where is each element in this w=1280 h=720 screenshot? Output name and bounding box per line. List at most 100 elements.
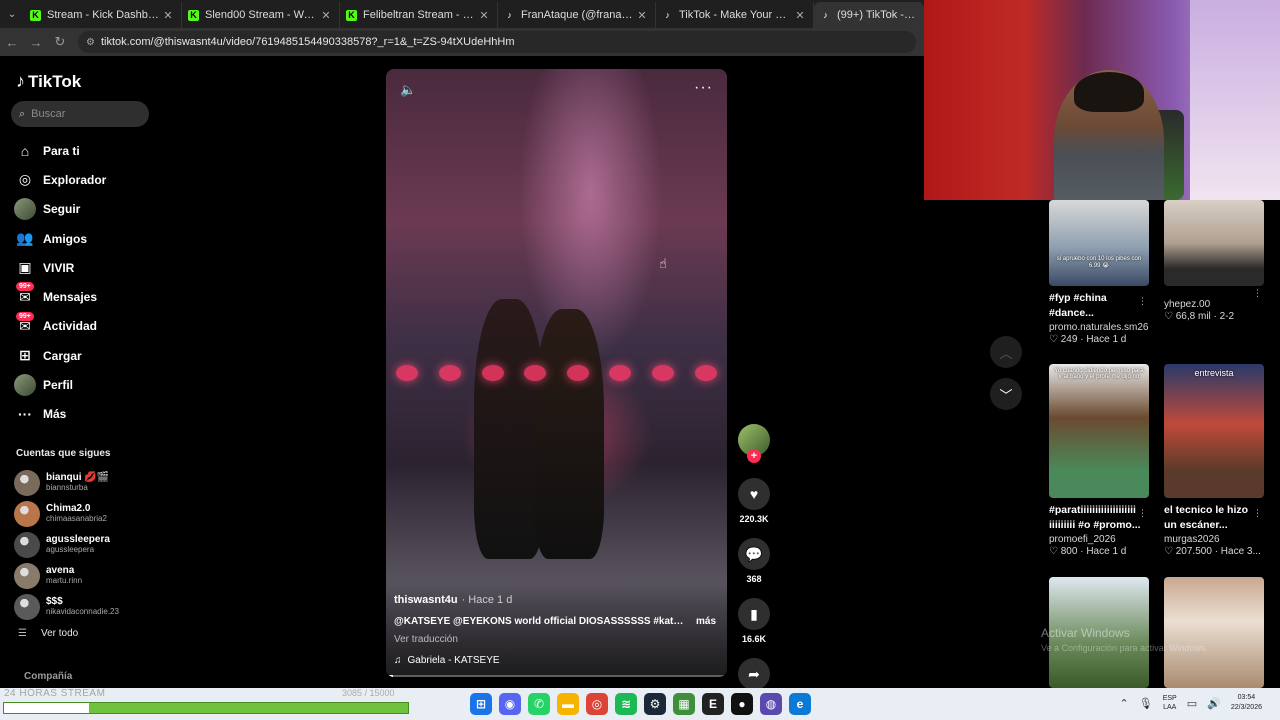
- tiktok-logo[interactable]: ♪ TikTok: [16, 71, 81, 92]
- nav-item-más[interactable]: ··· Más: [14, 400, 154, 429]
- mic-icon[interactable]: 🎙: [1139, 697, 1153, 710]
- following-account[interactable]: avena martu.rinn: [14, 560, 154, 591]
- save-action[interactable]: ▮ 16.6K: [736, 598, 772, 644]
- site-info-icon[interactable]: ⚙: [86, 37, 95, 48]
- back-icon[interactable]: ←: [0, 35, 24, 50]
- see-all-link[interactable]: ☰ Ver todo: [18, 628, 78, 639]
- suggested-video-card[interactable]: si apruebo con 10 los pibes con 6.99 😭 #…: [1049, 200, 1149, 345]
- card-more-icon[interactable]: ⋮: [1138, 508, 1147, 519]
- video-author[interactable]: murgas2026: [1164, 534, 1264, 545]
- lang-line2: LAA: [1163, 704, 1177, 711]
- nav-item-cargar[interactable]: ⊞ Cargar: [14, 341, 154, 370]
- webcam-person-hair: [1074, 72, 1144, 112]
- suggested-video-card[interactable]: Yo cuando pidiendo permiso para ir al ba…: [1049, 364, 1149, 557]
- company-link[interactable]: Compañía: [24, 671, 72, 682]
- browser-tab[interactable]: ♪ TikTok - Make Your Day ✕: [656, 2, 814, 28]
- nav-item-vivir[interactable]: ▣ VIVIR: [14, 253, 154, 282]
- next-video-button[interactable]: ﹀: [990, 378, 1022, 410]
- whatsapp-icon[interactable]: ✆: [528, 693, 550, 715]
- browser-tab[interactable]: ♪ (99+) TikTok - Haz que tu día: [814, 2, 924, 28]
- language-indicator[interactable]: ESP LAA: [1163, 694, 1177, 712]
- close-tab-icon[interactable]: ✕: [319, 9, 333, 22]
- obs-icon[interactable]: ●: [731, 693, 753, 715]
- card-more-icon[interactable]: ⋮: [1138, 296, 1147, 307]
- browser-tab[interactable]: ♪ FranAtaque (@franataque) | TikTok ✕: [498, 2, 656, 28]
- comment-icon[interactable]: 💬: [738, 538, 770, 570]
- app-icon[interactable]: ◍: [760, 693, 782, 715]
- video-progress-bar[interactable]: [386, 675, 727, 677]
- edge-icon[interactable]: e: [789, 693, 811, 715]
- more-options-icon[interactable]: ···: [694, 79, 713, 97]
- video-thumbnail[interactable]: Yo cuando pidiendo permiso para ir al ba…: [1049, 364, 1149, 498]
- card-more-icon[interactable]: ⋮: [1253, 508, 1262, 519]
- follow-plus-icon[interactable]: +: [747, 449, 761, 463]
- like-action[interactable]: ♥ 220.3K: [736, 478, 772, 524]
- tab-label: (99+) TikTok - Haz que tu día: [837, 9, 917, 21]
- translate-link[interactable]: Ver traducción: [394, 634, 458, 645]
- close-tab-icon[interactable]: ✕: [635, 9, 649, 22]
- video-thumbnail[interactable]: [1164, 577, 1264, 688]
- epic-games-icon[interactable]: E: [702, 693, 724, 715]
- video-title[interactable]: #parati‌iiiiiiiiiiiiiiiiii iiiiiiiii #o …: [1049, 503, 1145, 533]
- card-more-icon[interactable]: ⋮: [1253, 288, 1262, 299]
- account-handle: nikavidaconnadie.23: [46, 606, 119, 616]
- following-account[interactable]: agussleepera agussleepera: [14, 530, 154, 561]
- tray-chevron-icon[interactable]: ⌃: [1120, 697, 1129, 710]
- video-music[interactable]: ♫ Gabriela - KATSEYE: [394, 655, 500, 666]
- video-author[interactable]: yhepez.00: [1164, 299, 1264, 310]
- video-thumbnail[interactable]: [1164, 200, 1264, 286]
- heart-icon[interactable]: ♥: [738, 478, 770, 510]
- search-input[interactable]: ⌕ Buscar: [11, 101, 149, 127]
- browser-tab[interactable]: K Felibeltran Stream - Watch Live ✕: [340, 2, 498, 28]
- spotify-icon[interactable]: ≋: [615, 693, 637, 715]
- close-tab-icon[interactable]: ✕: [477, 9, 491, 22]
- video-thumbnail[interactable]: si apruebo con 10 los pibes con 6.99 😭: [1049, 200, 1149, 286]
- minecraft-icon[interactable]: ▦: [673, 693, 695, 715]
- nav-item-seguir[interactable]: Seguir: [14, 195, 154, 224]
- suggested-video-card[interactable]: ⋮ yhepez.00 ♡ 66,8 mil · 2-2: [1164, 200, 1264, 322]
- file-explorer-icon[interactable]: ▬: [557, 693, 579, 715]
- tab-search-icon[interactable]: ⌄: [0, 0, 24, 28]
- suggested-video-card[interactable]: [1164, 577, 1264, 688]
- chrome-icon[interactable]: ◎: [586, 693, 608, 715]
- volume-tray-icon[interactable]: 🔊: [1207, 697, 1221, 710]
- steam-icon[interactable]: ⚙: [644, 693, 666, 715]
- nav-item-amigos[interactable]: 👥 Amigos: [14, 224, 154, 253]
- video-thumbnail[interactable]: entrevista: [1164, 364, 1264, 498]
- url-field[interactable]: ⚙ tiktok.com/@thiswasnt4u/video/76194851…: [78, 31, 916, 53]
- browser-tab[interactable]: K Stream - Kick Dashboard ✕: [24, 2, 182, 28]
- bookmark-icon[interactable]: ▮: [738, 598, 770, 630]
- video-author[interactable]: thiswasnt4u · Hace 1 d: [394, 594, 512, 606]
- previous-video-button[interactable]: ︿: [990, 336, 1022, 368]
- reload-icon[interactable]: ↻: [48, 34, 72, 50]
- comment-action[interactable]: 💬 368: [736, 538, 772, 584]
- nav-item-actividad[interactable]: ✉ Actividad 99+: [14, 311, 154, 341]
- creator-avatar[interactable]: +: [738, 424, 770, 463]
- nav-item-perfil[interactable]: Perfil: [14, 370, 154, 399]
- share-icon[interactable]: ➦: [738, 658, 770, 690]
- kick-icon: K: [30, 9, 41, 21]
- video-player[interactable]: 🔈 ··· thiswasnt4u · Hace 1 d @KATSEYE @EY…: [386, 69, 727, 677]
- nav-item-mensajes[interactable]: ✉ Mensajes 99+: [14, 282, 154, 311]
- clock[interactable]: 03:54 22/3/2026: [1231, 693, 1262, 713]
- following-account[interactable]: Chima2.0 chimaasanabria2: [14, 499, 154, 530]
- nav-item-para-ti[interactable]: ⌂ Para ti: [14, 136, 154, 165]
- close-tab-icon[interactable]: ✕: [161, 9, 175, 22]
- suggested-video-card[interactable]: entrevista el tecnico le hizo un escáner…: [1164, 364, 1264, 557]
- browser-tab[interactable]: K Slend00 Stream - Watch Live on ✕: [182, 2, 340, 28]
- windows-start-icon[interactable]: ⊞: [470, 693, 492, 715]
- following-account[interactable]: $$$ nikavidaconnadie.23: [14, 591, 154, 622]
- caption-more-button[interactable]: más: [696, 616, 716, 627]
- forward-icon[interactable]: →: [24, 35, 48, 50]
- discord-icon[interactable]: ◉: [499, 693, 521, 715]
- close-tab-icon[interactable]: ✕: [793, 9, 807, 22]
- video-author[interactable]: promoefi_2026: [1049, 534, 1149, 545]
- video-author[interactable]: promo.naturales.sm26: [1049, 322, 1149, 333]
- volume-icon[interactable]: 🔈: [400, 82, 416, 98]
- sidebar: ♪ TikTok ⌕ Buscar ⌂ Para ti ◎ Explorador…: [0, 56, 160, 688]
- following-account[interactable]: bianqui 💋🎬 biannsturba: [14, 468, 154, 499]
- nav-item-explorador[interactable]: ◎ Explorador: [14, 165, 154, 194]
- video-title[interactable]: el tecnico le hizo un escáner...: [1164, 503, 1260, 533]
- network-icon[interactable]: ▭: [1187, 697, 1197, 710]
- video-title[interactable]: #fyp #china #dance...: [1049, 291, 1145, 321]
